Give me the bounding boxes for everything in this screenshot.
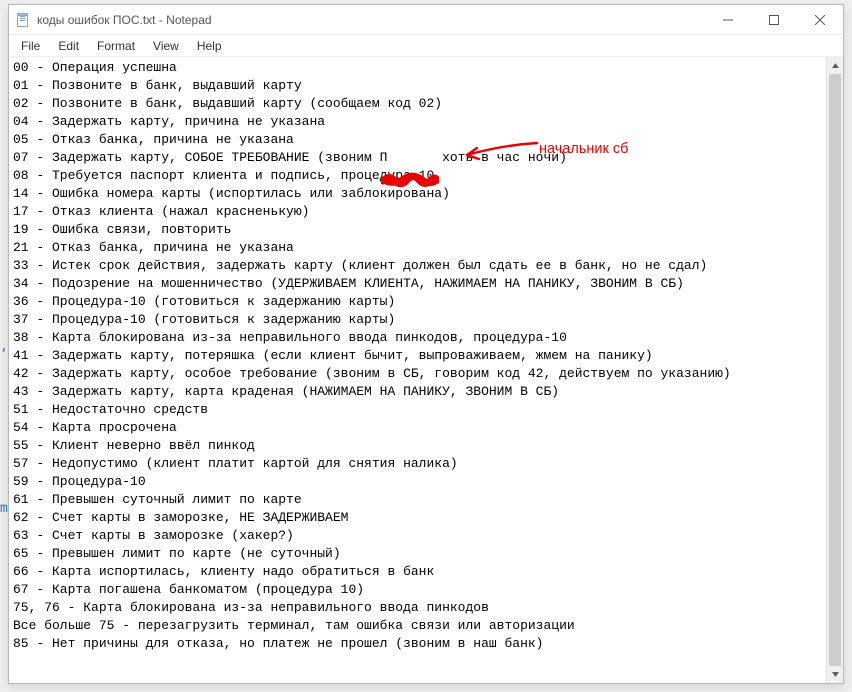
titlebar[interactable]: коды ошибок ПОС.txt - Notepad <box>9 5 843 35</box>
menu-help[interactable]: Help <box>189 37 230 55</box>
background-artifact: m <box>0 500 8 518</box>
menu-file[interactable]: File <box>13 37 48 55</box>
text-editor[interactable]: 00 - Операция успешна 01 - Позвоните в б… <box>9 57 826 683</box>
vertical-scrollbar[interactable] <box>826 57 843 683</box>
scrollbar-track[interactable] <box>827 74 843 666</box>
scroll-down-icon[interactable] <box>827 666 843 683</box>
menu-view[interactable]: View <box>145 37 187 55</box>
window-title: коды ошибок ПОС.txt - Notepad <box>37 13 212 27</box>
menu-format[interactable]: Format <box>89 37 143 55</box>
close-button[interactable] <box>797 5 843 34</box>
scrollbar-thumb[interactable] <box>829 74 841 666</box>
scroll-up-icon[interactable] <box>827 57 843 74</box>
background-artifact: , <box>0 338 8 356</box>
menu-edit[interactable]: Edit <box>50 37 87 55</box>
notepad-window: коды ошибок ПОС.txt - Notepad File Edit … <box>8 4 844 684</box>
notepad-icon <box>15 12 31 28</box>
client-area: 00 - Операция успешна 01 - Позвоните в б… <box>9 57 843 683</box>
minimize-button[interactable] <box>705 5 751 34</box>
menubar: File Edit Format View Help <box>9 35 843 57</box>
maximize-button[interactable] <box>751 5 797 34</box>
